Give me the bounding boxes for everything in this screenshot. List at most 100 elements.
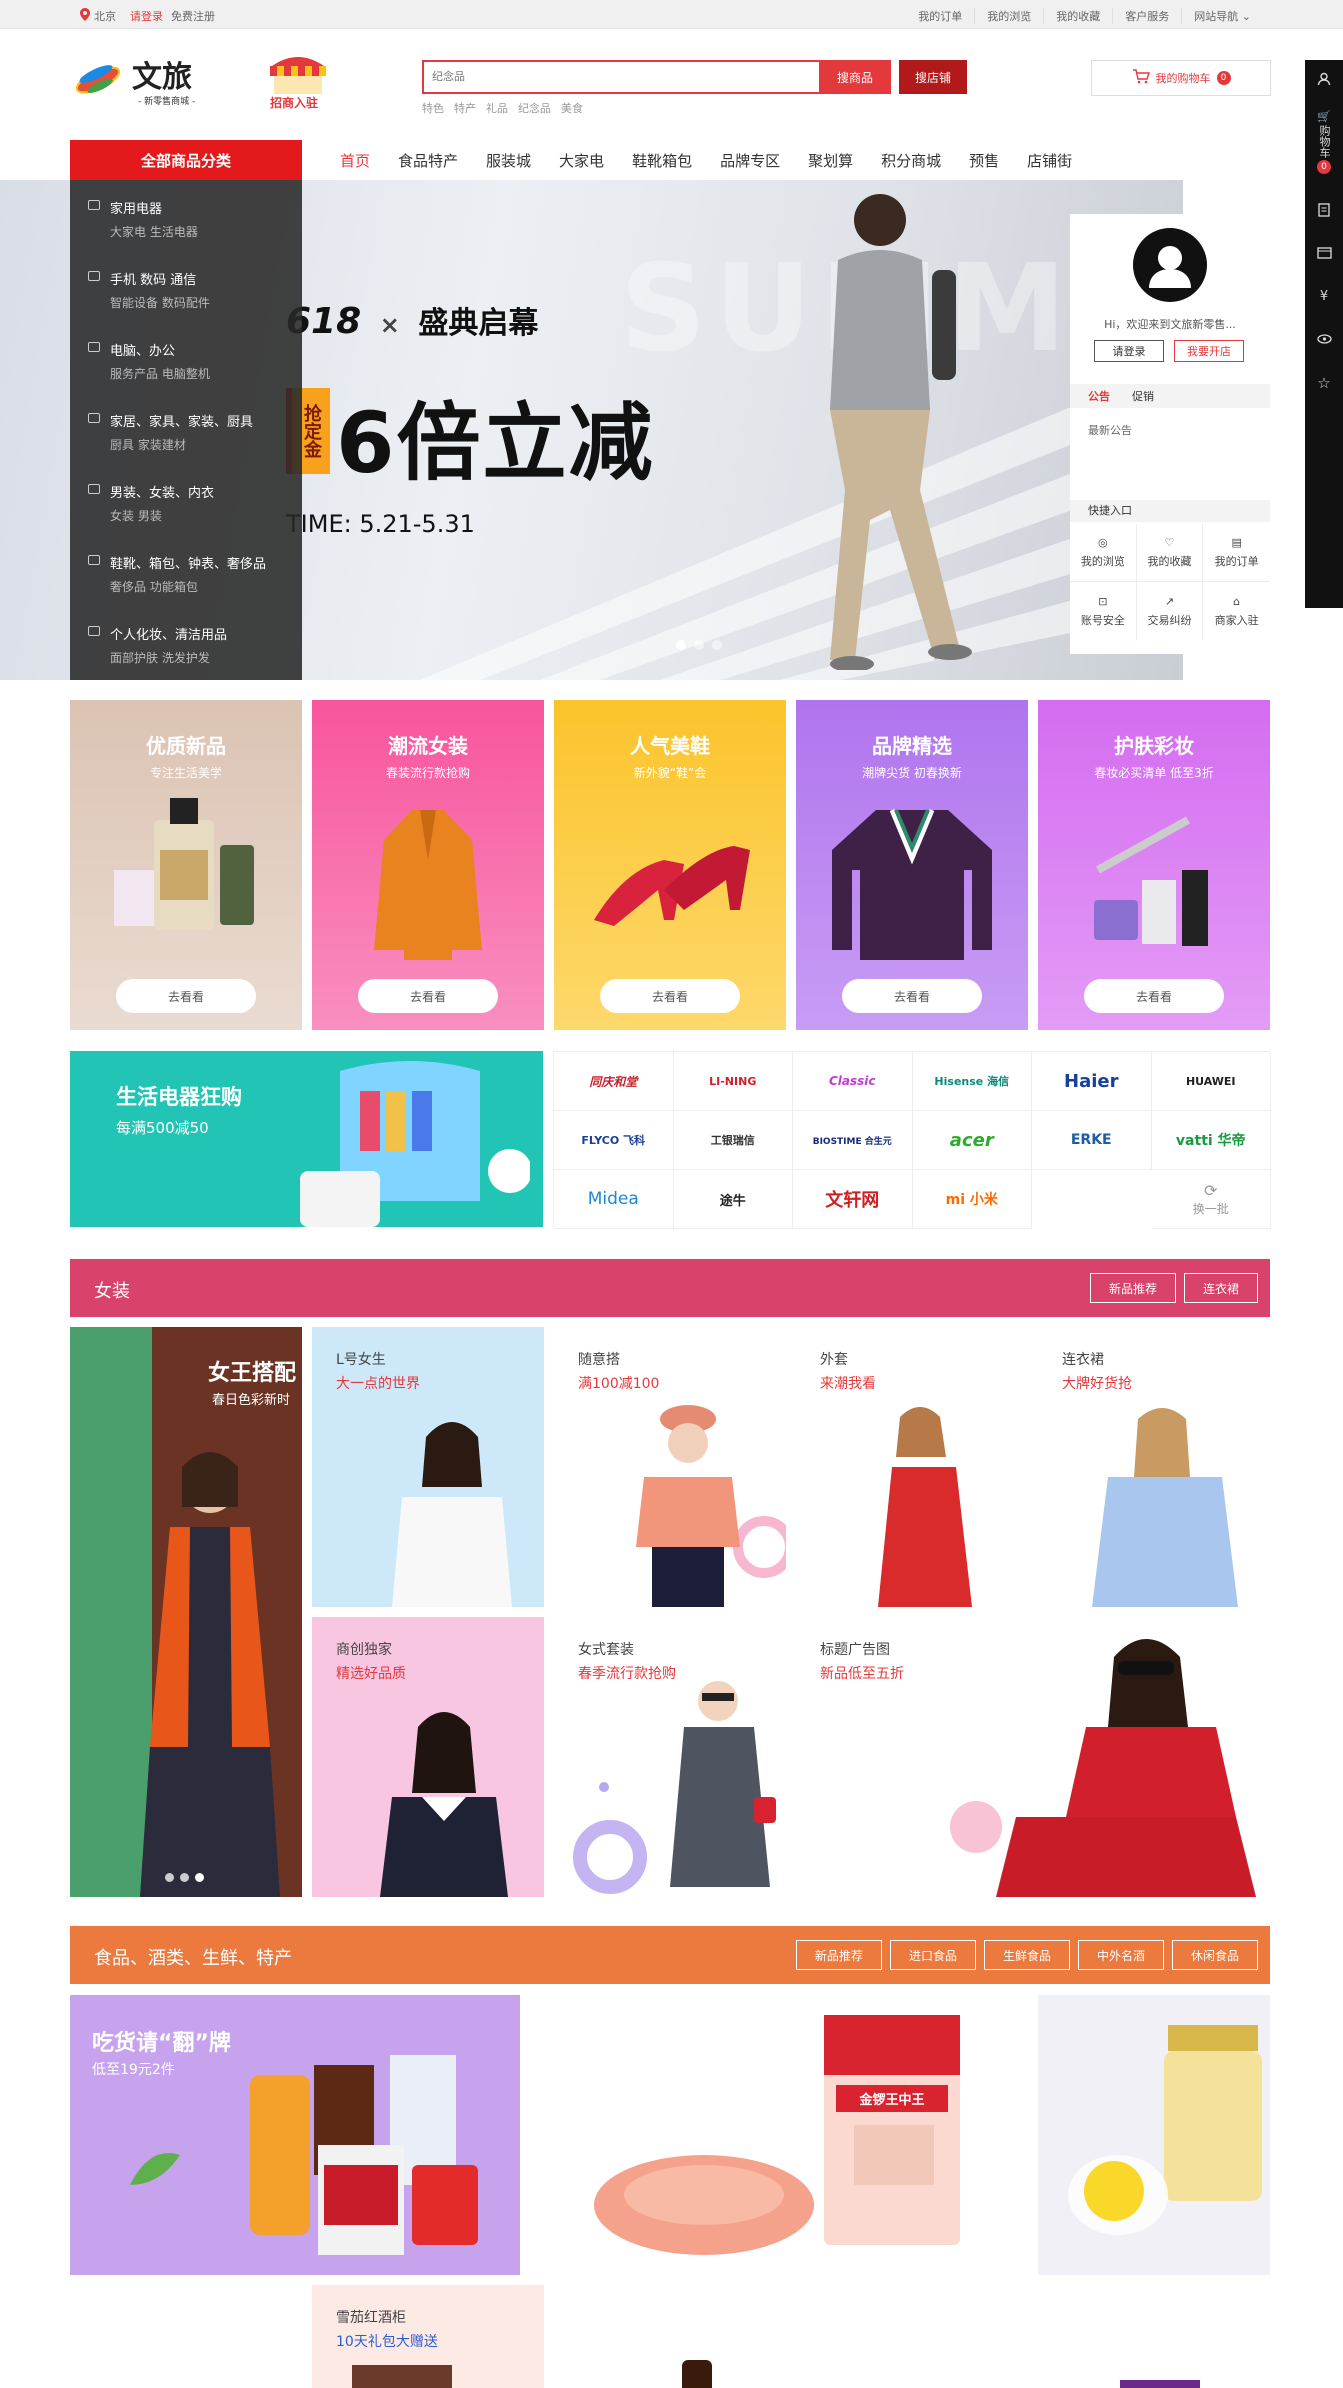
nav-item-points-mall[interactable]: 积分商城: [881, 150, 941, 171]
category-item[interactable]: 手机 数码 通信 智能设备 数码配件: [70, 251, 302, 321]
wallet-icon[interactable]: [1305, 247, 1343, 259]
category-item[interactable]: 电脑、办公 服务产品 电脑整机: [70, 322, 302, 392]
brand-logo[interactable]: BIOSTIME 合生元: [793, 1111, 913, 1170]
appliance-banner[interactable]: 生活电器狂购 每满500减50: [70, 1051, 543, 1227]
latest-notice[interactable]: 最新公告: [1088, 422, 1132, 438]
nav-item-group-buy[interactable]: 聚划算: [808, 150, 853, 171]
search-input[interactable]: [424, 62, 819, 92]
location-text[interactable]: 北京: [94, 8, 116, 24]
category-item[interactable]: 鞋靴、箱包、钟表、奢侈品 奢侈品 功能箱包: [70, 535, 302, 605]
floor2-tile[interactable]: [1038, 1995, 1270, 2275]
category-item[interactable]: 家用电器 大家电 生活电器: [70, 180, 302, 250]
go-see-button[interactable]: 去看看: [116, 979, 256, 1013]
merchant-badge[interactable]: 招商入驻: [262, 52, 334, 112]
brand-logo[interactable]: mi 小米: [912, 1170, 1032, 1229]
go-see-button[interactable]: 去看看: [1084, 979, 1224, 1013]
quick-merchant[interactable]: ⌂ 商家入驻: [1203, 582, 1270, 640]
panel-login-button[interactable]: 请登录: [1094, 340, 1164, 362]
go-see-button[interactable]: 去看看: [842, 979, 982, 1013]
quick-orders[interactable]: ▤ 我的订单: [1203, 524, 1270, 582]
banner-dot[interactable]: [712, 640, 722, 650]
nav-item-food[interactable]: 食品特产: [398, 150, 458, 171]
quick-history[interactable]: ◎ 我的浏览: [1070, 524, 1137, 582]
login-link[interactable]: 请登录: [130, 8, 163, 24]
cart-button[interactable]: 我的购物车 0: [1091, 60, 1271, 96]
floor-tab[interactable]: 中外名酒: [1077, 1940, 1164, 1970]
floor-tab[interactable]: 进口食品: [889, 1940, 976, 1970]
floor1-tile[interactable]: L号女生 大一点的世界: [312, 1327, 544, 1607]
promo-card[interactable]: 品牌精选 潮牌尖货 初春换新 去看看: [796, 700, 1028, 1030]
brand-logo[interactable]: HUAWEI: [1151, 1052, 1271, 1111]
my-history-link[interactable]: 我的浏览: [975, 8, 1045, 24]
nav-item-home[interactable]: 首页: [340, 150, 370, 171]
eye-icon[interactable]: [1305, 334, 1343, 344]
my-orders-link[interactable]: 我的订单: [906, 8, 976, 24]
hot-keyword[interactable]: 美食: [561, 100, 583, 116]
floor-tab[interactable]: 生鲜食品: [983, 1940, 1070, 1970]
floor1-tile[interactable]: 商创独家 精选好品质: [312, 1617, 544, 1897]
go-see-button[interactable]: 去看看: [600, 979, 740, 1013]
banner-dot[interactable]: [694, 640, 704, 650]
go-see-button[interactable]: 去看看: [358, 979, 498, 1013]
user-icon[interactable]: [1305, 72, 1343, 86]
brand-logo[interactable]: 工银瑞信: [673, 1111, 793, 1170]
brand-logo[interactable]: FLYCO 飞科: [554, 1111, 674, 1170]
floor2-tile[interactable]: 雪茄红酒柜 10天礼包大赠送: [312, 2285, 544, 2388]
floor-tab[interactable]: 新品推荐: [1089, 1273, 1176, 1303]
category-item[interactable]: 个人化妆、清洁用品 面部护肤 洗发护发: [70, 606, 302, 676]
customer-service-link[interactable]: 客户服务: [1113, 8, 1183, 24]
clipboard-icon[interactable]: [1305, 202, 1343, 217]
open-shop-button[interactable]: 我要开店: [1174, 340, 1244, 362]
register-link[interactable]: 免费注册: [171, 8, 215, 24]
floor1-feature-banner[interactable]: 女王搭配 春日色彩新时: [70, 1327, 302, 1897]
hot-keyword[interactable]: 礼品: [486, 100, 508, 116]
floor1-tile[interactable]: 标题广告图 新品低至五折: [796, 1617, 1270, 1897]
category-item[interactable]: 男装、女装、内衣 女装 男装: [70, 464, 302, 534]
tab-notice[interactable]: 公告: [1088, 388, 1110, 404]
brand-logo[interactable]: Haier: [1032, 1052, 1152, 1111]
brand-logo[interactable]: ERKE: [1032, 1111, 1152, 1170]
brand-logo[interactable]: acer: [912, 1111, 1032, 1170]
nav-item-brands[interactable]: 品牌专区: [720, 150, 780, 171]
all-categories-button[interactable]: 全部商品分类: [70, 140, 302, 180]
floor1-tile[interactable]: 女式套装 春季流行款抢购: [554, 1617, 786, 1897]
brand-logo[interactable]: LI-NING: [673, 1052, 793, 1111]
brand-logo[interactable]: Midea: [554, 1170, 674, 1229]
quick-disputes[interactable]: ↗ 交易纠纷: [1137, 582, 1204, 640]
floor1-tile[interactable]: 随意搭 满100减100: [554, 1327, 786, 1607]
refresh-brands-button[interactable]: ⟳ 换一批: [1151, 1170, 1271, 1229]
floor2-feature-banner[interactable]: 吃货请“翻”牌 低至19元2件: [70, 1995, 520, 2275]
brand-logo[interactable]: vatti 华帝: [1151, 1111, 1271, 1170]
site-logo[interactable]: 文旅 - 新零售商城 -: [70, 50, 215, 112]
floor2-tile[interactable]: 金锣王中王: [554, 1995, 1028, 2275]
hot-keyword[interactable]: 特产: [454, 100, 476, 116]
promo-card[interactable]: 优质新品 专注生活美学 去看看: [70, 700, 302, 1030]
quick-favorites[interactable]: ♡ 我的收藏: [1136, 524, 1204, 582]
floor1-tile[interactable]: 外套 来潮我看: [796, 1327, 1028, 1607]
carousel-dot[interactable]: [165, 1873, 174, 1882]
promo-card[interactable]: 潮流女装 春装流行款抢购 去看看: [312, 700, 544, 1030]
nav-item-presale[interactable]: 预售: [969, 150, 999, 171]
nav-item-appliances[interactable]: 大家电: [559, 150, 604, 171]
carousel-dot[interactable]: [180, 1873, 189, 1882]
floor1-tile[interactable]: 连衣裙 大牌好货抢: [1038, 1327, 1270, 1607]
yen-icon[interactable]: ¥: [1305, 289, 1343, 304]
carousel-dot[interactable]: [195, 1873, 204, 1882]
brand-logo[interactable]: 文轩网: [793, 1170, 913, 1229]
brand-logo[interactable]: 途牛: [673, 1170, 793, 1229]
floor-tab[interactable]: 休闲食品: [1171, 1940, 1258, 1970]
brand-logo[interactable]: 同庆和堂: [554, 1052, 674, 1111]
nav-item-clothing[interactable]: 服装城: [486, 150, 531, 171]
star-icon[interactable]: ☆: [1305, 374, 1343, 392]
category-item[interactable]: 家居、家具、家装、厨具 厨具 家装建材: [70, 393, 302, 463]
floor-tab[interactable]: 新品推荐: [795, 1940, 882, 1970]
promo-card[interactable]: 人气美鞋 新外貌“鞋”会 去看看: [554, 700, 786, 1030]
nav-item-shoes-bags[interactable]: 鞋靴箱包: [632, 150, 692, 171]
search-goods-button[interactable]: 搜商品: [819, 60, 891, 94]
promo-card[interactable]: 护肤彩妆 春妆必买清单 低至3折 去看看: [1038, 700, 1270, 1030]
brand-logo[interactable]: Hisense 海信: [912, 1052, 1032, 1111]
hot-keyword[interactable]: 特色: [422, 100, 444, 116]
hot-keyword[interactable]: 纪念品: [518, 100, 551, 116]
nav-item-shop-street[interactable]: 店铺街: [1027, 150, 1072, 171]
tab-promotion[interactable]: 促销: [1132, 388, 1154, 404]
